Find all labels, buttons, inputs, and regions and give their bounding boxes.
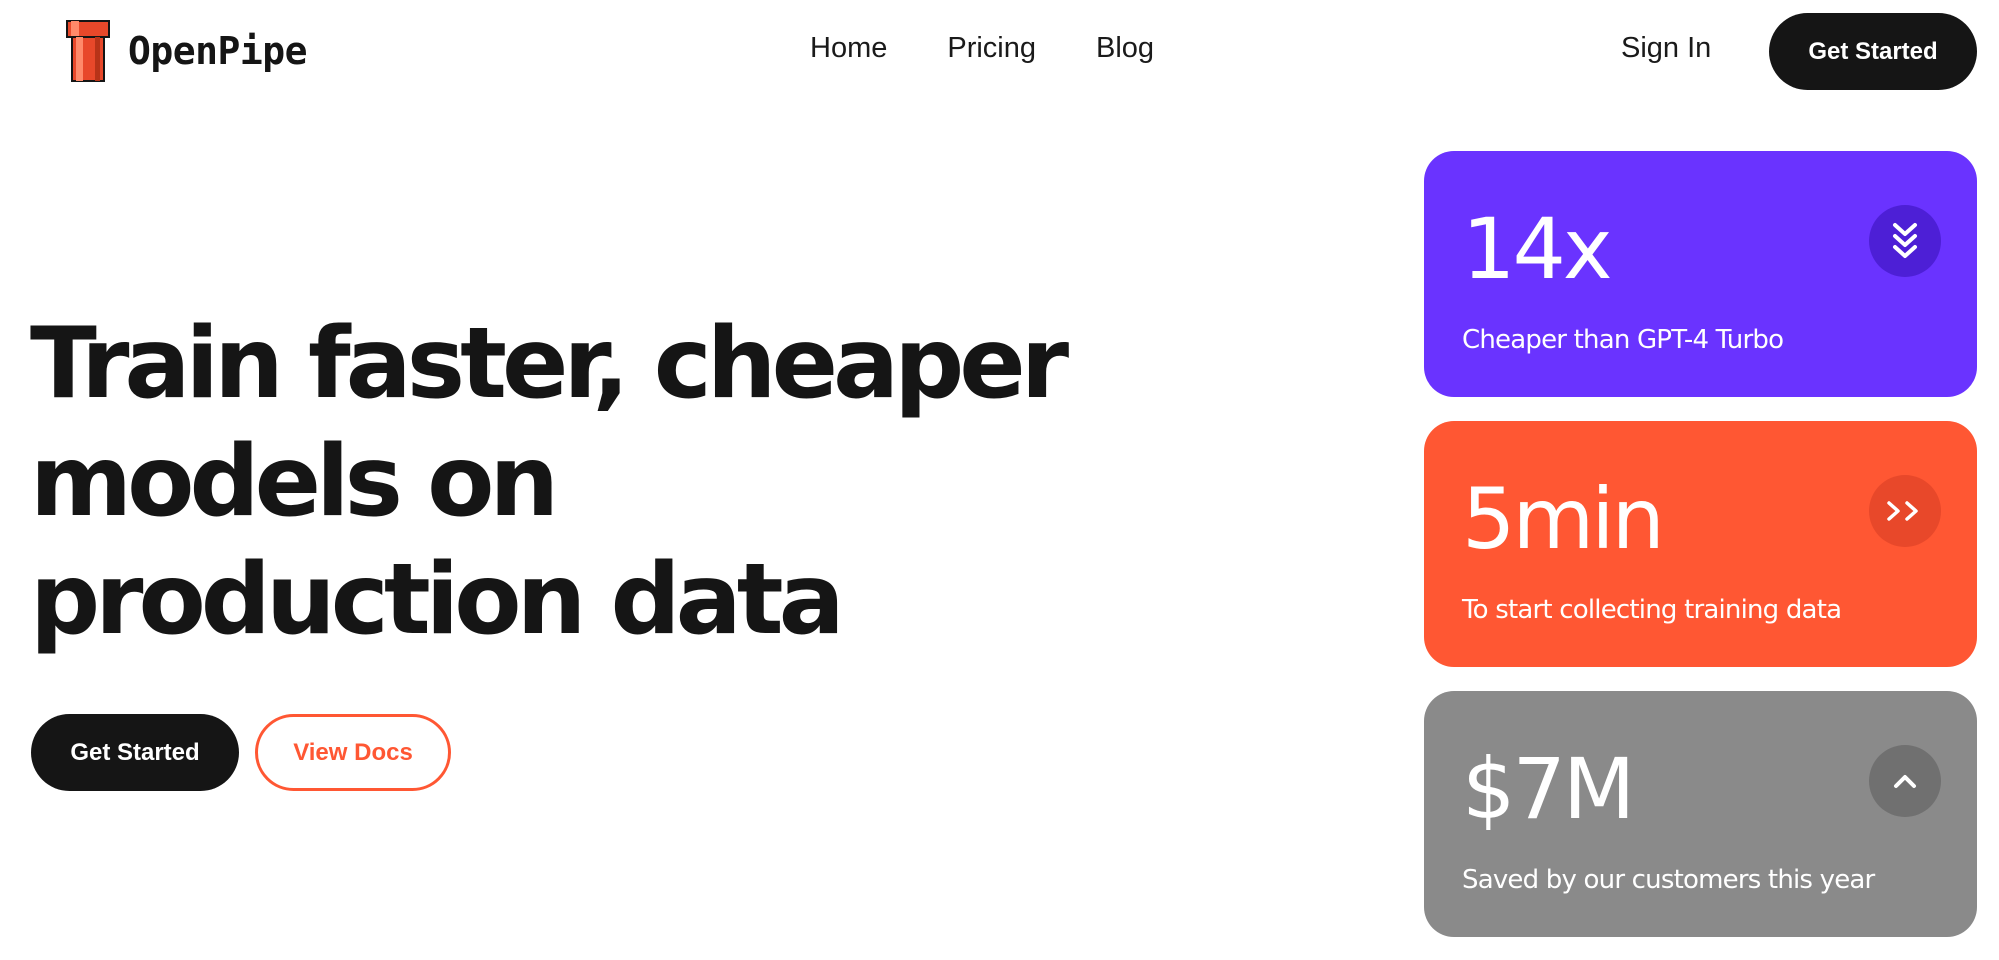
stat-value: 5min [1462,470,1665,568]
stat-card-cost: 14x Cheaper than GPT-4 Turbo [1424,151,1977,397]
view-docs-button[interactable]: View Docs [255,714,451,791]
nav-link-home[interactable]: Home [810,32,887,65]
hero-get-started-button[interactable]: Get Started [31,714,239,791]
stat-card-setup-time: 5min To start collecting training data [1424,421,1977,667]
brand-logo[interactable]: OpenPipe [66,20,308,82]
stat-caption: Cheaper than GPT-4 Turbo [1462,325,1784,355]
stat-caption: To start collecting training data [1462,595,1842,625]
chevron-up-icon [1869,745,1941,817]
stat-caption: Saved by our customers this year [1462,865,1875,895]
nav-link-pricing[interactable]: Pricing [947,32,1036,65]
pipe-icon [66,20,110,82]
sign-in-link[interactable]: Sign In [1621,32,1711,65]
hero-actions: Get Started View Docs [31,714,451,791]
stat-value: 14x [1462,200,1613,298]
double-chevron-down-icon [1869,205,1941,277]
main-nav: Home Pricing Blog [810,32,1154,65]
nav-link-blog[interactable]: Blog [1096,32,1154,65]
header-get-started-button[interactable]: Get Started [1769,13,1977,90]
site-header: OpenPipe Home Pricing Blog Sign In Get S… [0,0,1999,106]
hero-title: Train faster, cheaper models on producti… [30,307,1069,657]
brand-name: OpenPipe [128,29,308,73]
stat-card-savings: $7M Saved by our customers this year [1424,691,1977,937]
double-chevron-right-icon [1869,475,1941,547]
stat-value: $7M [1462,740,1635,838]
